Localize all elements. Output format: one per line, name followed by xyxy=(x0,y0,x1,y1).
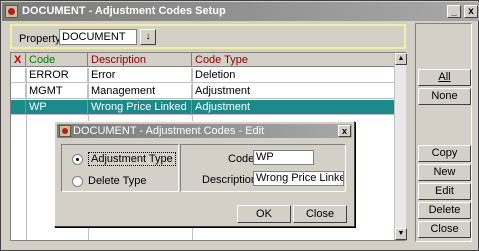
description-field[interactable]: Wrong Price Linked xyxy=(253,171,344,186)
close-button[interactable]: Close xyxy=(418,221,471,238)
row-description: Management xyxy=(88,84,192,99)
table-row[interactable]: ERROR Error Deletion xyxy=(11,68,394,83)
all-label: All xyxy=(438,71,451,83)
row-marker xyxy=(11,100,26,115)
action-sidebar: All None Copy New Edit Delete Close xyxy=(415,23,472,242)
row-description: Wrong Price Linked xyxy=(88,100,192,115)
type-radio-group: Adjustment Type Delete Type xyxy=(61,144,179,192)
dialog-close-icon[interactable]: x xyxy=(338,125,351,137)
row-code: MGMT xyxy=(26,84,88,99)
row-marker xyxy=(11,84,26,99)
property-lov-button[interactable]: ↓ xyxy=(140,29,156,45)
dialog-title: DOCUMENT - Adjustment Codes - Edit xyxy=(73,125,265,137)
new-button[interactable]: New xyxy=(418,164,471,181)
code-label: Code xyxy=(228,153,255,165)
radio-unselected-icon[interactable] xyxy=(72,176,83,187)
ok-button[interactable]: OK xyxy=(237,205,291,223)
dialog-close-button[interactable]: Close xyxy=(293,205,347,223)
header-code-type[interactable]: Code Type xyxy=(192,53,394,67)
code-field[interactable]: WP xyxy=(253,150,314,165)
header-code[interactable]: Code xyxy=(26,53,88,67)
row-marker xyxy=(11,68,26,83)
adjustment-codes-setup-window: DOCUMENT - Adjustment Codes Setup _ x Pr… xyxy=(0,0,479,251)
row-code: WP xyxy=(26,100,88,115)
table-row-selected[interactable]: WP Wrong Price Linked Adjustment xyxy=(11,100,394,115)
edit-button[interactable]: Edit xyxy=(418,183,471,200)
none-button[interactable]: None xyxy=(418,88,471,105)
property-group: Property DOCUMENT ↓ xyxy=(10,24,406,49)
dialog-app-icon xyxy=(59,125,71,137)
scroll-up-icon[interactable]: ▲ xyxy=(395,53,407,65)
row-code: ERROR xyxy=(26,68,88,83)
row-code-type: Adjustment xyxy=(195,101,251,113)
property-label: Property xyxy=(19,33,61,45)
grid-header: X Code Description Code Type xyxy=(11,53,394,67)
row-description: Error xyxy=(88,68,192,83)
row-code-type: Deletion xyxy=(195,69,236,81)
row-code-type: Adjustment xyxy=(195,85,251,97)
code-fields-group: Code WP Description Wrong Price Linked xyxy=(180,144,346,192)
delete-type-label: Delete Type xyxy=(88,175,147,187)
edit-dialog: DOCUMENT - Adjustment Codes - Edit x Adj… xyxy=(54,121,355,227)
copy-button[interactable]: Copy xyxy=(418,145,471,162)
app-icon xyxy=(5,5,18,18)
delete-button[interactable]: Delete xyxy=(418,202,471,219)
window-close-button[interactable]: x xyxy=(464,5,478,18)
all-button[interactable]: All xyxy=(418,69,471,86)
header-x[interactable]: X xyxy=(11,53,26,67)
radio-selected-icon[interactable] xyxy=(72,154,83,165)
minimize-button[interactable]: _ xyxy=(447,5,461,18)
scroll-down-icon[interactable]: ▼ xyxy=(395,228,407,240)
table-row[interactable]: MGMT Management Adjustment xyxy=(11,84,394,99)
property-input[interactable]: DOCUMENT xyxy=(59,29,137,45)
window-titlebar: DOCUMENT - Adjustment Codes Setup _ x xyxy=(2,2,479,21)
grid-vertical-scrollbar[interactable]: ▲ ▼ xyxy=(394,53,407,240)
adjustment-type-label: Adjustment Type xyxy=(88,152,176,166)
window-title: DOCUMENT - Adjustment Codes Setup xyxy=(22,5,226,17)
header-description[interactable]: Description xyxy=(88,53,192,67)
description-label: Description xyxy=(202,174,258,186)
dialog-titlebar: DOCUMENT - Adjustment Codes - Edit x xyxy=(57,124,352,138)
